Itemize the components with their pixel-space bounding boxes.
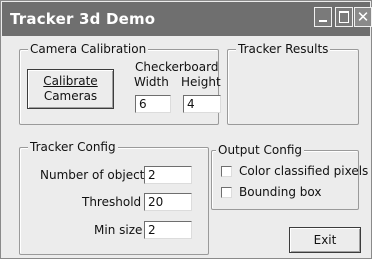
threshold-label: Threshold <box>82 195 142 209</box>
minimize-button[interactable] <box>314 7 332 27</box>
bounding-box-checkbox[interactable] <box>221 187 232 198</box>
output-config-legend: Output Config <box>216 143 304 157</box>
width-label: Width <box>134 75 169 89</box>
close-button[interactable]: ✕ <box>354 7 372 27</box>
bounding-box-label[interactable]: Bounding box <box>239 185 321 199</box>
camera-calibration-group: Camera Calibration Calibrate Cameras Che… <box>19 42 221 125</box>
calibrate-cameras-button[interactable]: Calibrate Cameras <box>27 69 114 109</box>
maximize-button[interactable] <box>335 7 353 27</box>
close-icon: ✕ <box>356 8 370 26</box>
app-window: Tracker 3d Demo ✕ Camera Calibration Cal… <box>0 0 372 259</box>
number-of-objects-label: Number of objects <box>40 168 151 182</box>
exit-button-label: Exit <box>313 233 337 247</box>
width-input[interactable]: 6 <box>135 95 171 113</box>
calibrate-cameras-label-line1: Calibrate <box>43 74 98 88</box>
calibrate-cameras-label-line2: Cameras <box>43 89 98 103</box>
camera-calibration-legend: Camera Calibration <box>28 42 149 56</box>
threshold-input[interactable]: 20 <box>144 193 192 211</box>
output-config-group: Output Config Color classified pixels Bo… <box>211 143 368 210</box>
min-size-label: Min size <box>94 223 143 237</box>
min-size-input[interactable]: 2 <box>144 221 192 239</box>
tracker-results-group: Tracker Results <box>227 42 359 125</box>
tracker-config-legend: Tracker Config <box>28 140 118 154</box>
window-title: Tracker 3d Demo <box>10 10 156 28</box>
height-label: Height <box>181 75 221 89</box>
color-classified-checkbox[interactable] <box>221 166 232 177</box>
tracker-config-group: Tracker Config Number of objects 2 Thres… <box>19 140 209 255</box>
tracker-results-legend: Tracker Results <box>236 42 331 56</box>
number-of-objects-input[interactable]: 2 <box>144 166 192 184</box>
checkerboard-label: Checkerboard <box>135 60 219 74</box>
minimize-icon <box>319 20 327 22</box>
exit-button[interactable]: Exit <box>289 227 361 253</box>
height-input[interactable]: 4 <box>183 95 221 113</box>
maximize-icon <box>339 11 349 23</box>
color-classified-label[interactable]: Color classified pixels <box>239 164 368 178</box>
title-bar[interactable]: Tracker 3d Demo ✕ <box>2 2 372 36</box>
